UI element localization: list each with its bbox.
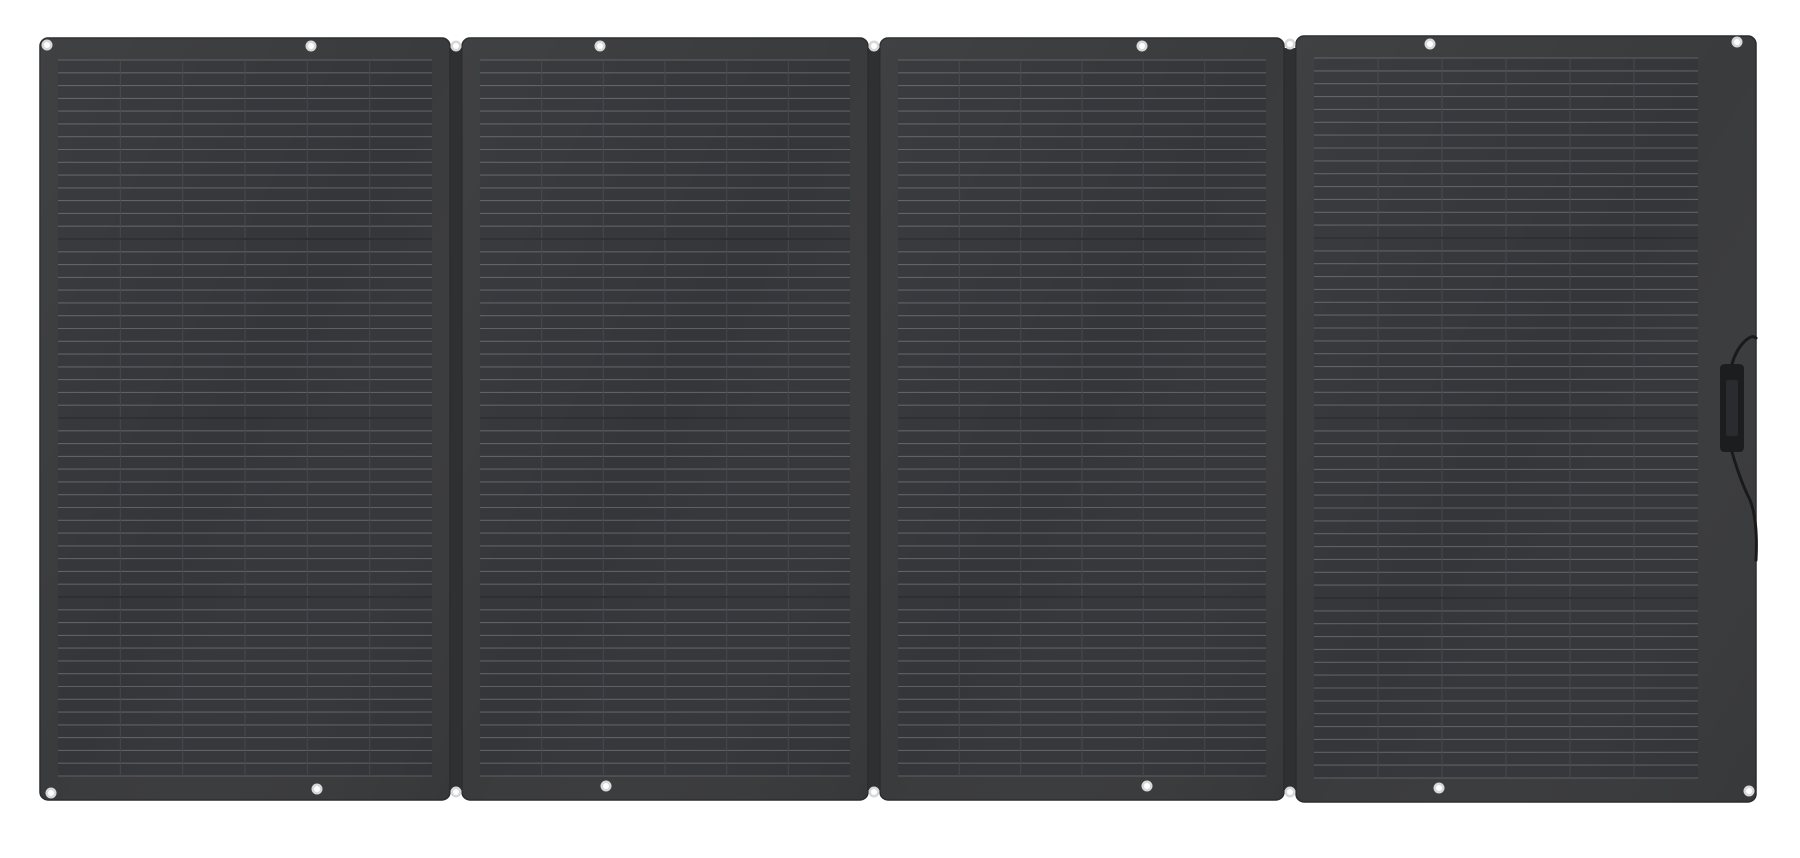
panel-sheen (462, 38, 868, 800)
panel-2 (461, 37, 869, 801)
grommet-icon (1743, 785, 1755, 797)
panel-sheen (880, 38, 1284, 800)
grommet-icon (311, 783, 323, 795)
grommet-icon (868, 40, 880, 52)
photo-stage (0, 0, 1800, 858)
junction-box-icon (1720, 364, 1744, 452)
grommet-icon (1284, 38, 1296, 50)
panel-group (39, 35, 1757, 803)
grommet-icon (45, 787, 57, 799)
grommet-icon (868, 786, 880, 798)
grommet-icon (1284, 786, 1296, 798)
panel-4 (1295, 35, 1757, 803)
grommet-icon (1141, 780, 1153, 792)
grommet-icon (450, 40, 462, 52)
panel-3 (879, 37, 1285, 801)
grommet-icon (600, 780, 612, 792)
solar-panel-image (39, 35, 1758, 803)
grommet-icon (1424, 38, 1436, 50)
panel-sheen (40, 38, 450, 800)
panel-sheen (1296, 36, 1756, 802)
grommet-icon (1433, 782, 1445, 794)
grommet-icon (41, 39, 53, 51)
panel-1 (39, 37, 451, 801)
grommet-icon (305, 40, 317, 52)
grommet-icon (450, 786, 462, 798)
grommet-icon (1731, 36, 1743, 48)
grommet-icon (1136, 40, 1148, 52)
grommet-icon (594, 40, 606, 52)
